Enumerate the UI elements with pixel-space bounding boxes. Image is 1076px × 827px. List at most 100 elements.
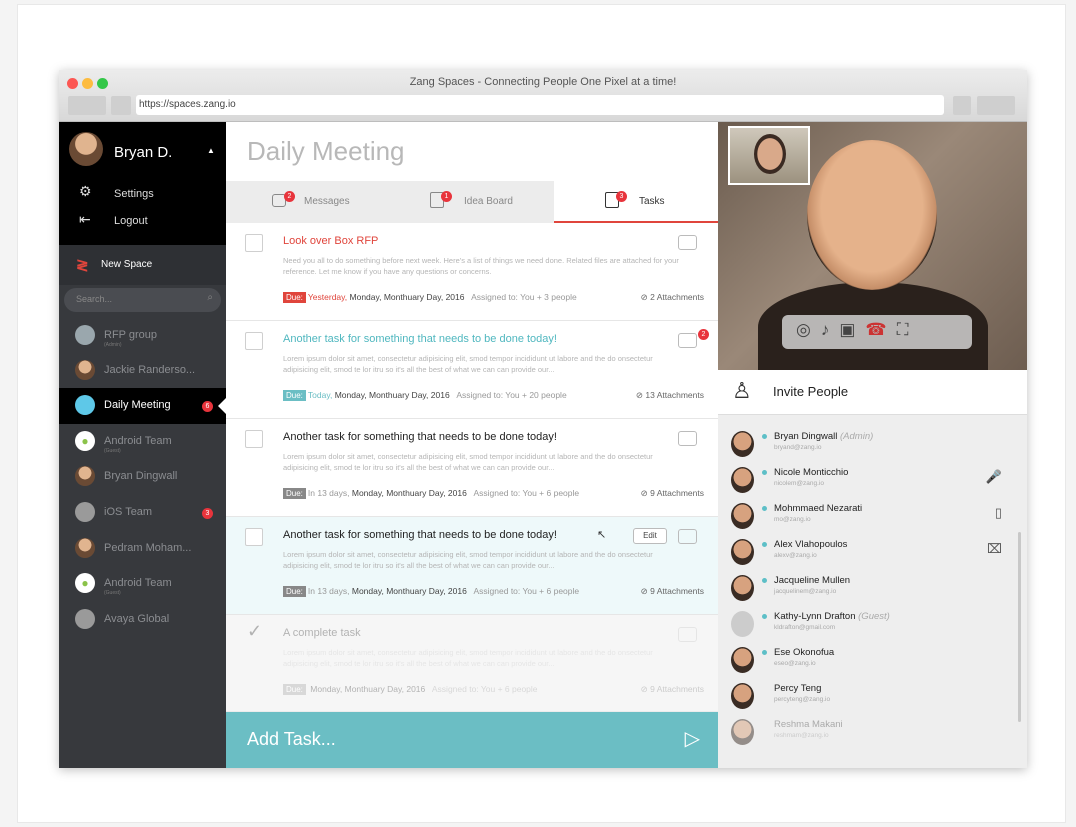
- task-title[interactable]: A complete task: [283, 627, 361, 639]
- participant-item[interactable]: Bryan Dingwall (Admin) bryand@zang.io: [718, 427, 1018, 463]
- camera-icon[interactable]: ◎: [796, 320, 821, 339]
- attachments-link[interactable]: ⊘ 9 Attachments: [641, 488, 704, 499]
- user-name[interactable]: Bryan D.: [114, 144, 172, 161]
- tab-messages[interactable]: 2 Messages: [226, 181, 390, 223]
- task-meta: Due: Today, Monday, Monthuary Day, 2016 A…: [283, 390, 567, 401]
- sidebar-item-label: Pedram Moham...: [104, 542, 192, 554]
- attachments-link[interactable]: ⊘ 13 Attachments: [636, 390, 704, 401]
- due-date: Monday, Monthuary Day, 2016: [351, 586, 467, 596]
- task-title[interactable]: Look over Box RFP: [283, 235, 378, 247]
- back-button[interactable]: [68, 96, 106, 115]
- avatar[interactable]: [69, 132, 103, 166]
- sidebar-item-avaya-global[interactable]: Avaya Global: [59, 602, 226, 638]
- caret-up-icon[interactable]: ▲: [207, 146, 215, 155]
- apple-icon: [75, 609, 95, 629]
- comment-icon[interactable]: [678, 235, 697, 250]
- participant-email: eseo@zang.io: [774, 660, 816, 667]
- sidebar: Bryan D. ▲ ⚙ Settings ⇤ Logout ≷ New Spa…: [59, 122, 226, 768]
- attachments-count: 9 Attachments: [650, 586, 704, 596]
- sidebar-item-android-team[interactable]: ● Android Team (Guest): [59, 424, 226, 460]
- fullscreen-icon[interactable]: ⛶: [897, 320, 919, 339]
- invite-people-button[interactable]: ♙ Invite People: [718, 370, 1027, 415]
- participant-item[interactable]: Kathy-Lynn Drafton (Guest) kldrafton@gmai…: [718, 607, 1018, 643]
- microphone-icon[interactable]: ♪: [821, 320, 840, 339]
- task-checkbox[interactable]: [245, 430, 263, 448]
- attachments-link[interactable]: ⊘ 9 Attachments: [641, 684, 704, 695]
- add-task-bar[interactable]: Add Task... ▷: [226, 712, 718, 768]
- share-button[interactable]: [953, 96, 971, 115]
- settings-link[interactable]: Settings: [114, 188, 154, 200]
- online-indicator: [762, 614, 767, 619]
- forward-button[interactable]: [111, 96, 131, 115]
- search-input[interactable]: Search... ⌕: [64, 288, 221, 312]
- task-row[interactable]: Look over Box RFP Need you all to do som…: [226, 223, 718, 321]
- sidebar-item-rfp-group[interactable]: RFP group (Admin): [59, 318, 226, 354]
- task-row-complete[interactable]: ✓ A complete task Lorem ipsum dolor sit …: [226, 615, 718, 712]
- participant-name: Ese Okonofua: [774, 647, 835, 658]
- participant-item[interactable]: Jacqueline Mullen jacquelinem@zang.io: [718, 571, 1018, 607]
- self-view-face: [754, 134, 786, 174]
- due-when: In 13 days,: [307, 488, 350, 498]
- task-title[interactable]: Another task for something that needs to…: [283, 529, 557, 541]
- group-avatar-icon: [75, 325, 95, 345]
- sidebar-item-android-team-2[interactable]: ● Android Team (Guest): [59, 566, 226, 602]
- edit-button[interactable]: Edit: [633, 528, 667, 544]
- participant-item[interactable]: Percy Teng percyteng@zang.io: [718, 679, 1018, 715]
- comment-icon[interactable]: [678, 333, 697, 348]
- participant-item[interactable]: Nicole Monticchio nicolem@zang.io 🎤: [718, 463, 1018, 499]
- tabs-button[interactable]: [977, 96, 1015, 115]
- attachments-link[interactable]: ⊘ 9 Attachments: [641, 586, 704, 597]
- sidebar-item-jackie[interactable]: Jackie Randerso...: [59, 353, 226, 389]
- main-panel: Daily Meeting 2 Messages 1 Idea Board 3 …: [226, 122, 718, 768]
- participant-item[interactable]: Reshma Makani reshmam@zang.io: [718, 715, 1018, 751]
- task-row[interactable]: Another task for something that needs to…: [226, 419, 718, 517]
- new-space-label: New Space: [101, 259, 153, 270]
- screen-share-icon[interactable]: ▣: [839, 320, 865, 339]
- sidebar-item-pedram[interactable]: Pedram Moham...: [59, 531, 226, 567]
- send-icon[interactable]: ▷: [685, 726, 700, 751]
- url-bar[interactable]: https://spaces.zang.io: [136, 95, 944, 115]
- search-placeholder: Search...: [76, 294, 113, 304]
- task-row-hovered[interactable]: Another task for something that needs to…: [226, 517, 718, 615]
- sidebar-item-label: Android Team: [104, 577, 172, 589]
- participant-item[interactable]: Alex Vlahopoulos alexv@zang.io ⌧: [718, 535, 1018, 571]
- hang-up-icon[interactable]: ☎: [865, 320, 896, 339]
- self-view-video[interactable]: [728, 126, 810, 185]
- person-avatar-icon: [75, 538, 95, 558]
- tab-badge: 2: [284, 191, 295, 202]
- microphone-muted-icon: 🎤: [985, 469, 1002, 484]
- task-row[interactable]: Another task for something that needs to…: [226, 321, 718, 419]
- task-checkbox[interactable]: [245, 332, 263, 350]
- participant-item[interactable]: Ese Okonofua eseo@zang.io: [718, 643, 1018, 679]
- task-checkbox[interactable]: [245, 234, 263, 252]
- task-title[interactable]: Another task for something that needs to…: [283, 431, 557, 443]
- participant-name: Mohmmaed Nezarati: [774, 503, 863, 514]
- comment-icon[interactable]: [678, 627, 697, 642]
- checkmark-icon[interactable]: ✓: [247, 621, 262, 642]
- zang-logo-icon: ≷: [76, 257, 89, 274]
- mobile-icon: ▯: [994, 505, 1002, 520]
- participant-email: nicolem@zang.io: [774, 480, 824, 487]
- attachments-count: 9 Attachments: [650, 488, 704, 498]
- task-title[interactable]: Another task for something that needs to…: [283, 333, 557, 345]
- due-when: Yesterday,: [307, 292, 348, 302]
- tab-tasks[interactable]: 3 Tasks: [554, 181, 718, 223]
- scrollbar[interactable]: [1018, 532, 1021, 722]
- due-badge: Due:: [283, 684, 306, 695]
- remote-video-face: [807, 140, 937, 290]
- sidebar-item-ios-team[interactable]: iOS Team 3: [59, 495, 226, 531]
- sidebar-item-bryan-dingwall[interactable]: Bryan Dingwall: [59, 459, 226, 495]
- sidebar-item-sub: (Guest): [104, 590, 121, 596]
- comment-icon[interactable]: [678, 431, 697, 446]
- comment-icon[interactable]: [678, 529, 697, 544]
- participant-role: (Admin): [840, 431, 874, 442]
- task-checkbox[interactable]: [245, 528, 263, 546]
- new-space-button[interactable]: ≷ New Space: [59, 245, 226, 285]
- attachments-link[interactable]: ⊘ 2 Attachments: [641, 292, 704, 303]
- sidebar-item-daily-meeting[interactable]: Daily Meeting 6: [59, 388, 226, 424]
- add-task-input[interactable]: Add Task...: [247, 729, 336, 750]
- logout-link[interactable]: Logout: [114, 215, 148, 227]
- assigned-to: Assigned to: You + 6 people: [431, 684, 538, 694]
- tab-idea-board[interactable]: 1 Idea Board: [390, 181, 554, 223]
- participant-item[interactable]: Mohmmaed Nezarati mo@zang.io ▯: [718, 499, 1018, 535]
